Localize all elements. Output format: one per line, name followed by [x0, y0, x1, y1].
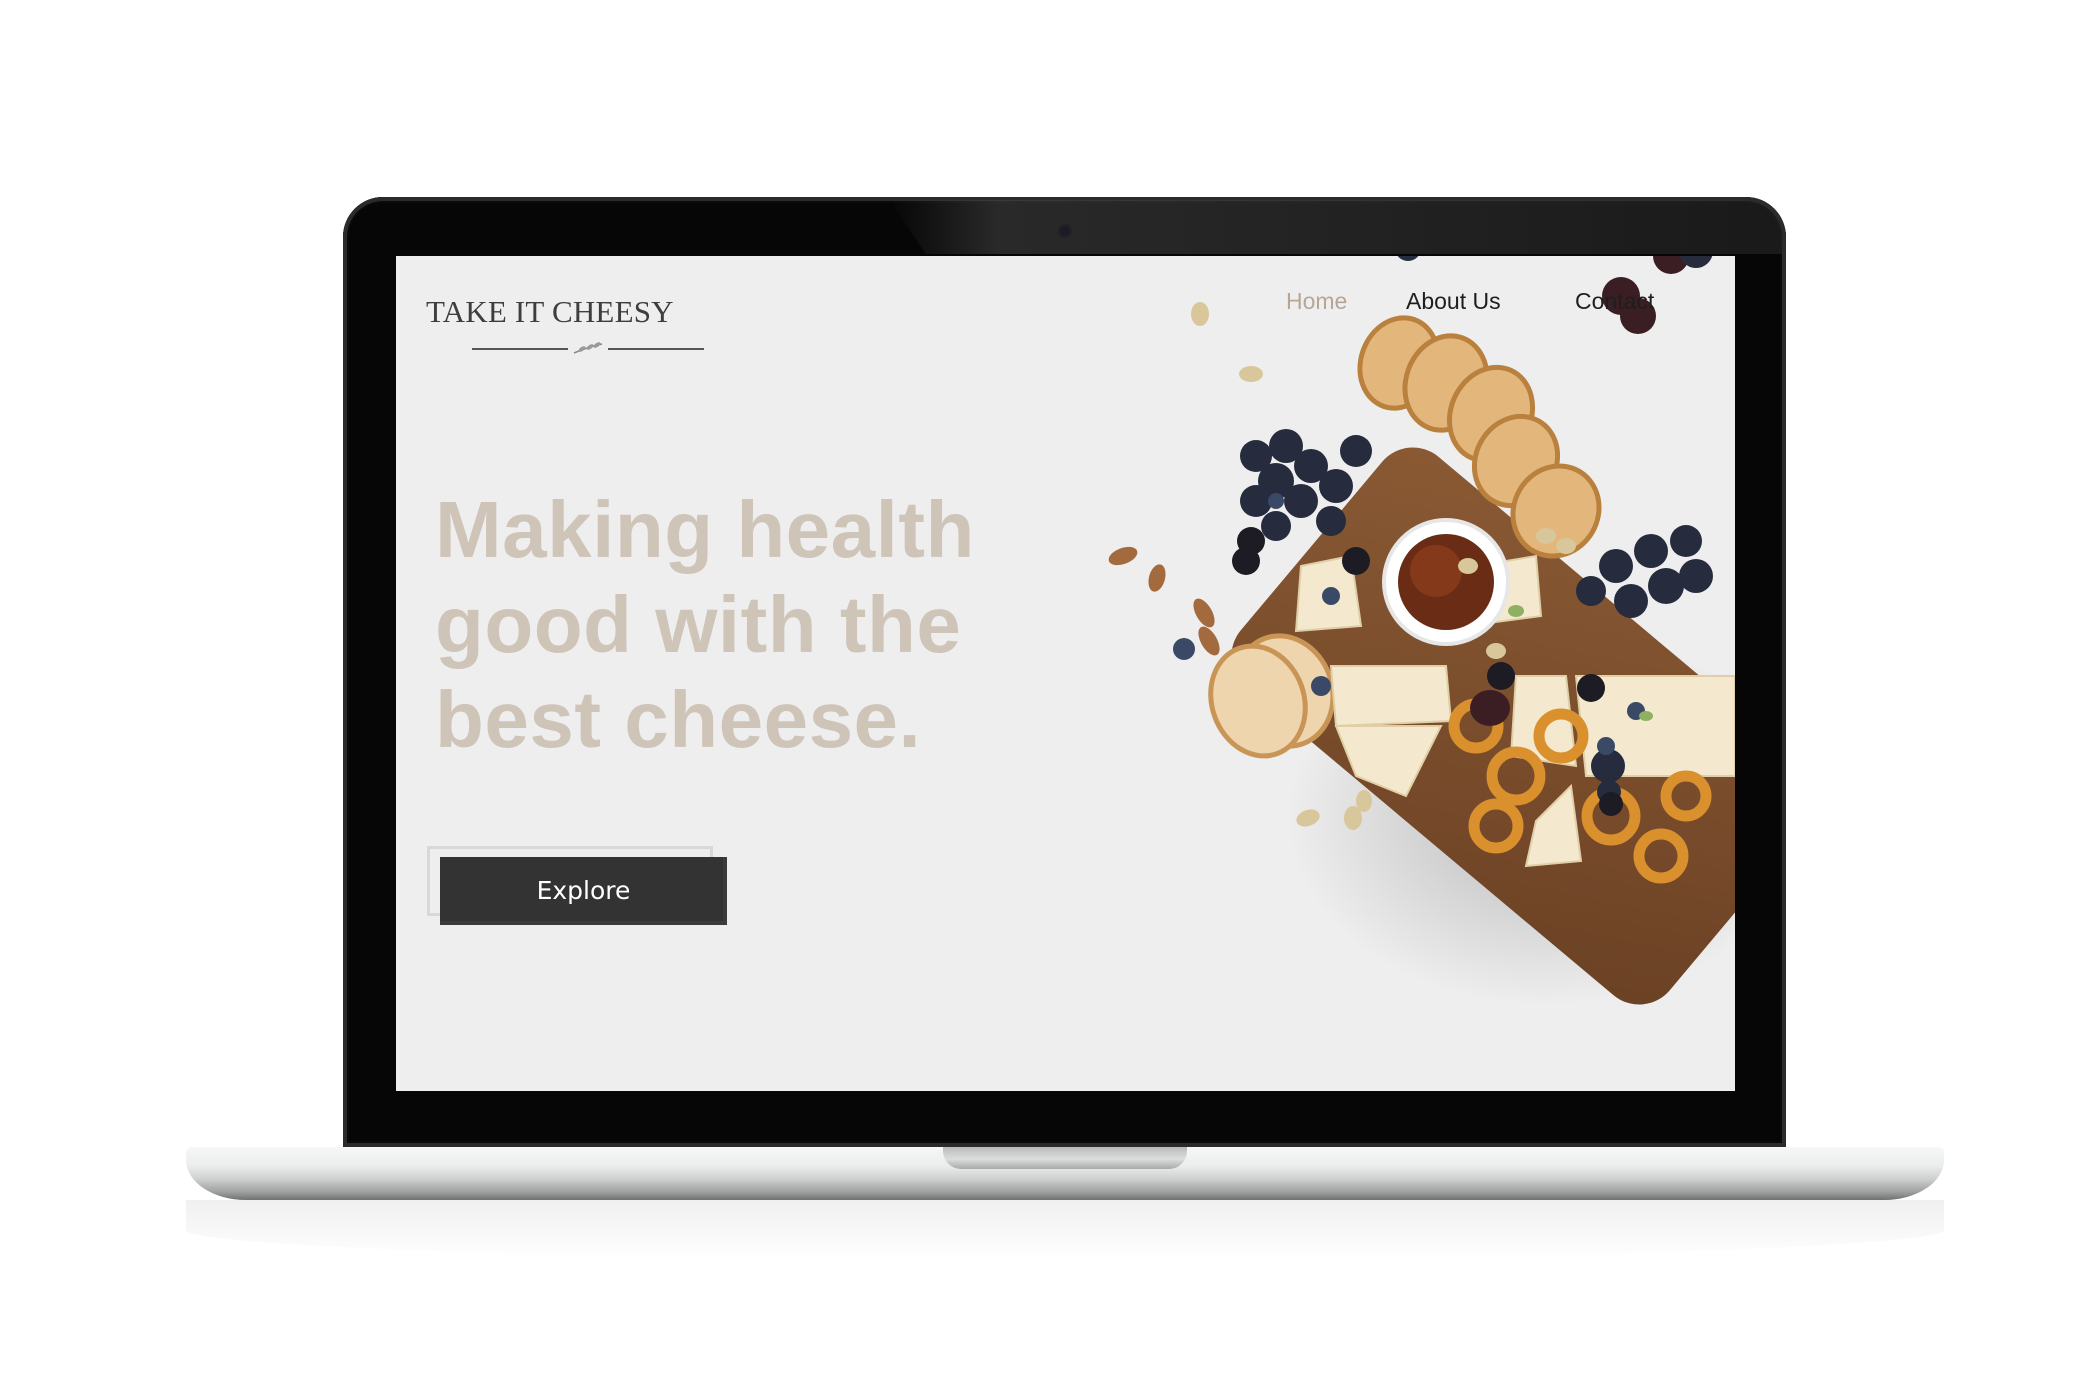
- laptop-shadow: [186, 1200, 1944, 1260]
- hero-line-2: good with the: [435, 580, 962, 669]
- hero-line-1: Making health: [435, 485, 975, 574]
- leaf-sprig-icon: [472, 342, 704, 354]
- website-screen: TAKE IT CHEESY Home About Us Contact Mak…: [396, 256, 1735, 1091]
- site-logo[interactable]: TAKE IT CHEESY: [426, 294, 674, 330]
- explore-button-label: Explore: [536, 876, 631, 905]
- nav-home[interactable]: Home: [1286, 288, 1347, 315]
- webcam-icon: [1060, 226, 1070, 236]
- nav-contact[interactable]: Contact: [1575, 288, 1654, 315]
- nav-about-us[interactable]: About Us: [1406, 288, 1501, 315]
- explore-button[interactable]: Explore: [440, 857, 727, 925]
- laptop-notch: [943, 1147, 1187, 1169]
- lid-glare: [890, 200, 1782, 254]
- hero-headline: Making health good with the best cheese.: [435, 482, 1095, 767]
- hero-line-3: best cheese.: [435, 675, 922, 764]
